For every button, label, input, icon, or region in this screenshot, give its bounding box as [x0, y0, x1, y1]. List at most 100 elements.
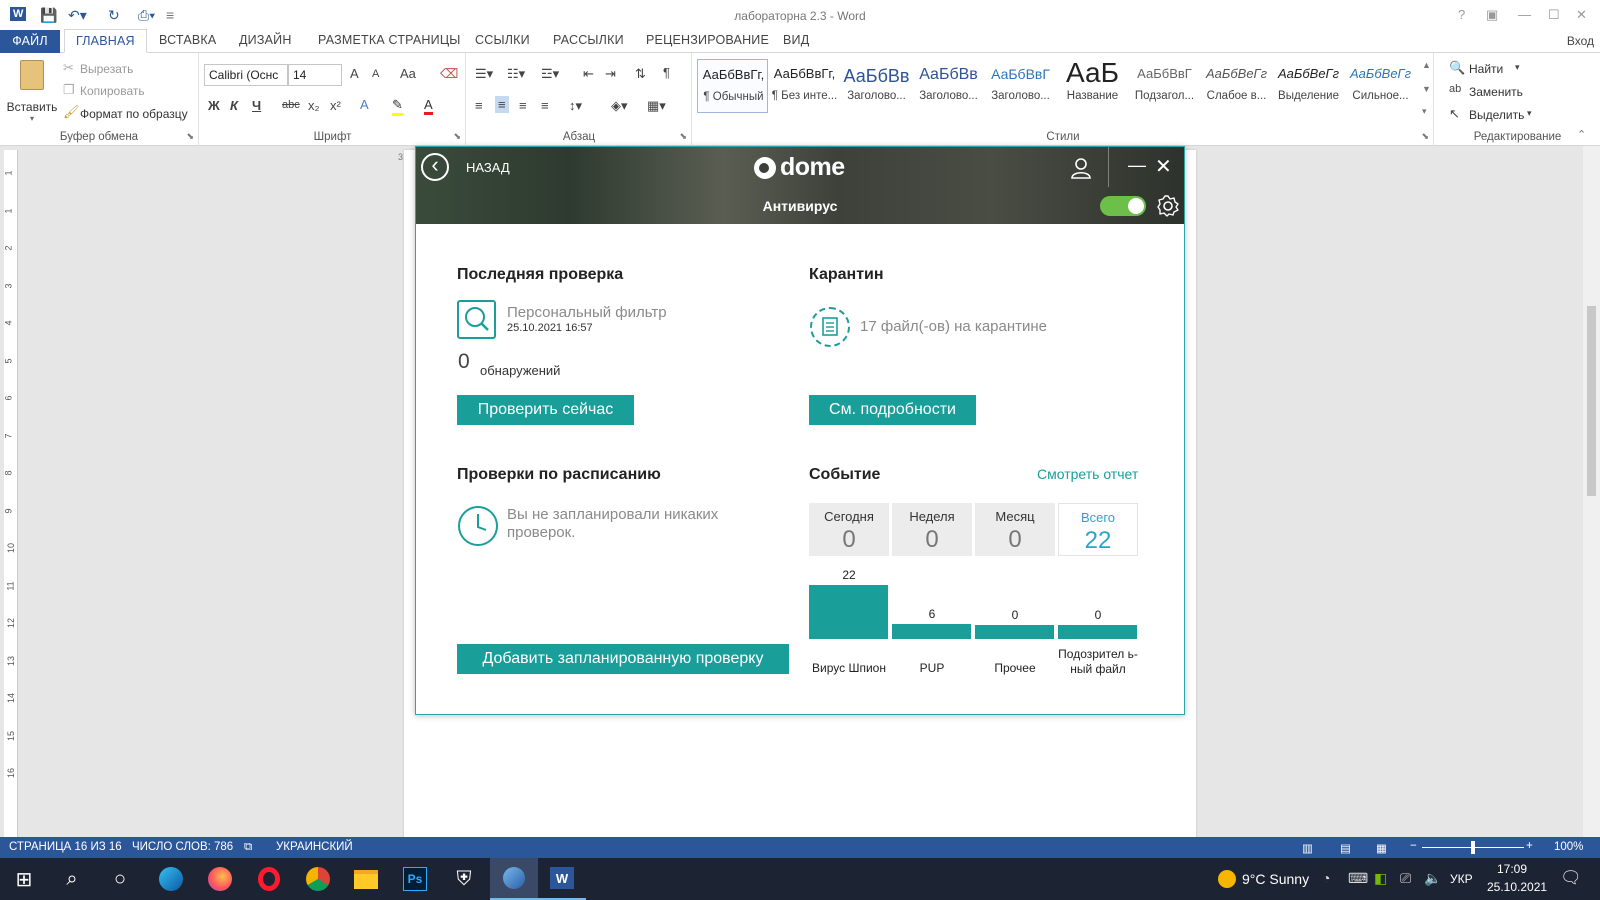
bold-button[interactable]: Ж — [208, 98, 220, 113]
zoom-slider-thumb[interactable] — [1471, 841, 1475, 854]
add-scheduled-scan-button[interactable]: Добавить запланированную проверку — [457, 644, 789, 674]
align-center-icon[interactable]: ≡ — [495, 96, 509, 113]
tab-home[interactable]: ГЛАВНАЯ — [64, 29, 147, 53]
view-report-link[interactable]: Смотреть отчет — [1037, 466, 1138, 482]
decrease-indent-icon[interactable]: ⇤ — [583, 66, 594, 82]
tab-review[interactable]: РЕЦЕНЗИРОВАНИЕ — [646, 33, 769, 47]
highlight-icon[interactable]: ✎ — [392, 97, 403, 116]
stat-total[interactable]: Всего 22 — [1058, 503, 1138, 556]
tray-app-icon[interactable]: ◔ — [1322, 870, 1330, 886]
style-2[interactable]: АаБбВв Заголово... — [841, 59, 912, 113]
style-5[interactable]: АаБ Название — [1057, 57, 1128, 113]
back-button[interactable]: НАЗАД — [466, 160, 510, 175]
align-left-icon[interactable]: ≡ — [475, 98, 483, 113]
style-7[interactable]: АаБбВеГг Слабое в... — [1201, 59, 1272, 113]
justify-icon[interactable]: ≡ — [541, 98, 549, 113]
proofing-icon[interactable]: ⧉ — [244, 841, 252, 854]
security-icon[interactable]: ⛨ — [440, 858, 488, 900]
chrome-icon[interactable] — [294, 858, 342, 900]
stat-month[interactable]: Месяц 0 — [975, 503, 1055, 556]
tab-layout[interactable]: РАЗМЕТКА СТРАНИЦЫ — [318, 33, 461, 47]
find-button[interactable]: Найти — [1469, 62, 1503, 76]
subscript-button[interactable]: x₂ — [308, 98, 320, 113]
windows-start-icon[interactable]: ⊞ — [0, 858, 48, 900]
chart-bar[interactable] — [892, 624, 971, 639]
dialog-launcher-icon[interactable]: ⬊ — [186, 131, 194, 142]
style-4[interactable]: АаБбВвГ Заголово... — [985, 59, 1056, 113]
task-view-icon[interactable]: ○ — [96, 858, 144, 900]
maximize-icon[interactable]: ☐ — [1548, 7, 1560, 23]
borders-icon[interactable]: ▦▾ — [647, 98, 666, 114]
chart-bar[interactable] — [975, 625, 1054, 639]
vertical-ruler[interactable]: 1 1 2 3 4 5 6 7 8 9 10 11 12 13 14 15 16 — [4, 150, 18, 837]
dialog-launcher-icon[interactable]: ⬊ — [1421, 131, 1429, 142]
edge-icon[interactable] — [147, 858, 195, 900]
zoom-level[interactable]: 100% — [1554, 841, 1583, 853]
shading-icon[interactable]: ◈▾ — [611, 98, 628, 114]
chart-bar[interactable] — [1058, 625, 1137, 639]
web-layout-icon[interactable]: ▦ — [1376, 841, 1387, 855]
styles-scroll-up-icon[interactable]: ▲ — [1422, 60, 1431, 70]
tab-mailings[interactable]: РАССЫЛКИ — [553, 33, 624, 47]
font-name-select[interactable]: Calibri (Оснс — [204, 64, 288, 86]
line-spacing-icon[interactable]: ↕▾ — [569, 98, 582, 114]
format-painter-button[interactable]: Формат по образцу — [80, 107, 188, 121]
superscript-button[interactable]: x² — [330, 98, 341, 113]
strikethrough-button[interactable]: abc — [282, 99, 300, 111]
help-button[interactable]: ? — [1458, 7, 1465, 22]
language[interactable]: УКРАИНСКИЙ — [276, 841, 353, 853]
paste-button[interactable]: Вставить ▾ — [6, 58, 58, 124]
details-button[interactable]: См. подробности — [809, 395, 976, 425]
style-6[interactable]: АаБбВвГ Подзагол... — [1129, 59, 1200, 113]
shrink-font-button[interactable]: A — [372, 68, 379, 80]
ribbon-display-icon[interactable]: ▣ — [1486, 7, 1498, 23]
style-9[interactable]: АаБбВеГг Сильное... — [1345, 59, 1416, 113]
print-layout-icon[interactable]: ▤ — [1340, 841, 1351, 855]
tab-file[interactable]: ФАЙЛ — [0, 30, 60, 53]
word-count[interactable]: ЧИСЛО СЛОВ: 786 — [132, 841, 233, 853]
close-icon[interactable]: ✕ — [1155, 154, 1172, 179]
tab-design[interactable]: ДИЗАЙН — [239, 33, 292, 47]
cut-button[interactable]: Вырезать — [80, 62, 133, 76]
change-case-button[interactable]: Aa — [400, 66, 416, 81]
opera-icon[interactable] — [245, 858, 293, 900]
notifications-icon[interactable]: 🗨 — [1560, 868, 1582, 888]
search-icon[interactable]: ⌕ — [48, 858, 96, 900]
underline-button[interactable]: Ч — [252, 98, 261, 113]
font-size-select[interactable]: 14 — [288, 64, 342, 86]
close-icon[interactable]: ✕ — [1576, 7, 1587, 23]
select-button[interactable]: Выделить — [1469, 108, 1524, 122]
italic-button[interactable]: К — [230, 98, 238, 113]
zoom-slider[interactable] — [1422, 841, 1524, 854]
dome-app-icon[interactable] — [490, 858, 538, 900]
style-3[interactable]: АаБбВв Заголово... — [913, 59, 984, 113]
vertical-scrollbar[interactable] — [1583, 146, 1600, 837]
numbering-icon[interactable]: ☷▾ — [507, 66, 525, 82]
gear-icon[interactable] — [1156, 194, 1180, 218]
align-right-icon[interactable]: ≡ — [519, 98, 527, 113]
multilevel-list-icon[interactable]: ☲▾ — [541, 66, 559, 82]
scrollbar-thumb[interactable] — [1587, 306, 1596, 496]
styles-more-icon[interactable]: ▾ — [1422, 106, 1427, 117]
show-marks-button[interactable]: ¶ — [663, 65, 670, 80]
stat-today[interactable]: Сегодня 0 — [809, 503, 889, 556]
dialog-launcher-icon[interactable]: ⬊ — [453, 131, 461, 142]
clock-date[interactable]: 25.10.2021 — [1487, 880, 1547, 894]
back-arrow-icon[interactable]: ‹ — [421, 153, 449, 181]
clear-formatting-icon[interactable]: ⌫ — [440, 66, 458, 82]
word-app-icon[interactable]: W — [538, 858, 586, 900]
bullets-icon[interactable]: ☰▾ — [475, 66, 493, 82]
weather-text[interactable]: 9°C Sunny — [1242, 871, 1309, 887]
nvidia-icon[interactable]: ◧ — [1374, 870, 1387, 887]
increase-indent-icon[interactable]: ⇥ — [605, 66, 616, 82]
scan-now-button[interactable]: Проверить сейчас — [457, 395, 634, 425]
zoom-in-button[interactable]: + — [1526, 840, 1533, 852]
file-explorer-icon[interactable] — [342, 858, 390, 900]
tab-references[interactable]: ССЫЛКИ — [475, 33, 530, 47]
page-count[interactable]: СТРАНИЦА 16 ИЗ 16 — [9, 841, 122, 853]
weather-icon[interactable] — [1218, 870, 1236, 888]
grow-font-button[interactable]: A — [350, 66, 359, 81]
user-icon[interactable] — [1070, 157, 1092, 179]
input-language[interactable]: УКР — [1450, 872, 1473, 886]
minimize-icon[interactable]: — — [1518, 7, 1531, 22]
